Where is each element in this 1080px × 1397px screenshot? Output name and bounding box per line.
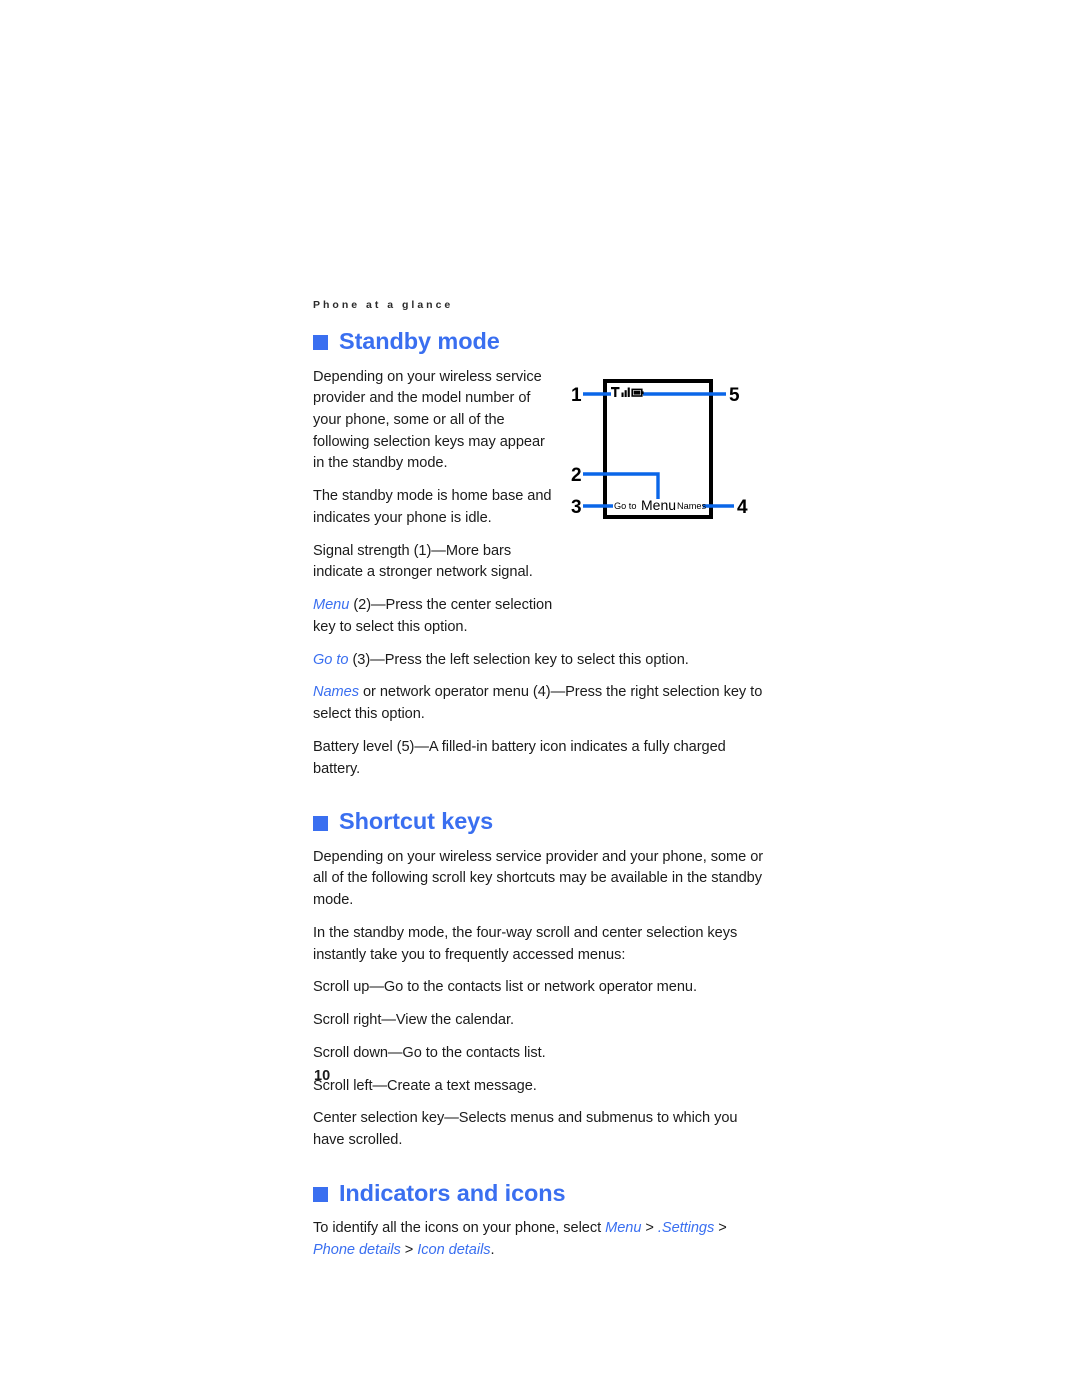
content-column: Standby mode Depending on your wireless … (313, 328, 765, 1262)
running-header: Phone at a glance (313, 299, 454, 311)
path-sep-3: > (400, 1242, 418, 1259)
heading-standby-mode: Standby mode (313, 328, 765, 354)
heading-label: Shortcut keys (339, 808, 494, 835)
paragraph-standby-intro: Depending on your wireless service provi… (313, 368, 545, 472)
path-lead: To identify all the icons on your phone,… (313, 1220, 606, 1237)
manual-page: Phone at a glance Go to Menu Names 1 2 3… (0, 0, 1080, 1397)
paragraph-goto-key: Go to (3)—Press the left selection key t… (313, 650, 765, 672)
term-go-to: Go to (313, 651, 349, 668)
square-bullet-icon (313, 335, 328, 351)
heading-label: Standby mode (339, 328, 500, 354)
list-item-scroll-down: Scroll down—Go to the contacts list. (313, 1044, 546, 1061)
term-go-to-rest: (3)—Press the left selection key to sele… (348, 651, 689, 668)
page-number: 10 (314, 1068, 331, 1084)
list-item-center-selection-key: Center selection key—Selects menus and s… (313, 1110, 738, 1149)
paragraph-menu-key: Menu (2)—Press the center selection key … (313, 595, 558, 638)
list-item-scroll-left: Scroll left—Create a text message. (313, 1077, 537, 1094)
path-sep-1: > (641, 1220, 658, 1237)
paragraph-standby-homebase: The standby mode is home base and indica… (313, 488, 552, 526)
heading-indicators-and-icons: Indicators and icons (313, 1179, 765, 1206)
paragraph-names-key: Names or network operator menu (4)—Press… (313, 682, 765, 725)
breadcrumb-phone-details: Phone details (313, 1242, 401, 1259)
paragraph-shortcut-fourway: In the standby mode, the four-way scroll… (313, 924, 738, 963)
paragraph-shortcut-intro: Depending on your wireless service provi… (313, 848, 764, 909)
term-names: Names (313, 684, 359, 701)
square-bullet-icon (313, 1187, 328, 1203)
paragraph-battery-level: Battery level (5)—A filled-in battery ic… (313, 738, 726, 777)
term-menu: Menu (313, 597, 350, 614)
breadcrumb-settings: .Settings (657, 1220, 715, 1237)
heading-label: Indicators and icons (339, 1179, 566, 1206)
square-bullet-icon (313, 815, 328, 831)
heading-shortcut-keys: Shortcut keys (313, 810, 765, 834)
list-item-scroll-right: Scroll right—View the calendar. (313, 1012, 514, 1029)
paragraph-icon-details-path: To identify all the icons on your phone,… (313, 1218, 765, 1261)
breadcrumb-icon-details: Icon details (417, 1242, 491, 1259)
term-names-rest: or network operator menu (4)—Press the r… (313, 684, 763, 723)
breadcrumb-menu: Menu (605, 1220, 642, 1237)
term-menu-rest: (2)—Press the center selection key to se… (313, 597, 553, 635)
list-item-scroll-up: Scroll up—Go to the contacts list or net… (313, 979, 697, 996)
paragraph-signal-strength: Signal strength (1)—More bars indicate a… (313, 542, 533, 581)
path-sep-2: > (714, 1220, 727, 1237)
path-trailing: . (490, 1242, 495, 1259)
